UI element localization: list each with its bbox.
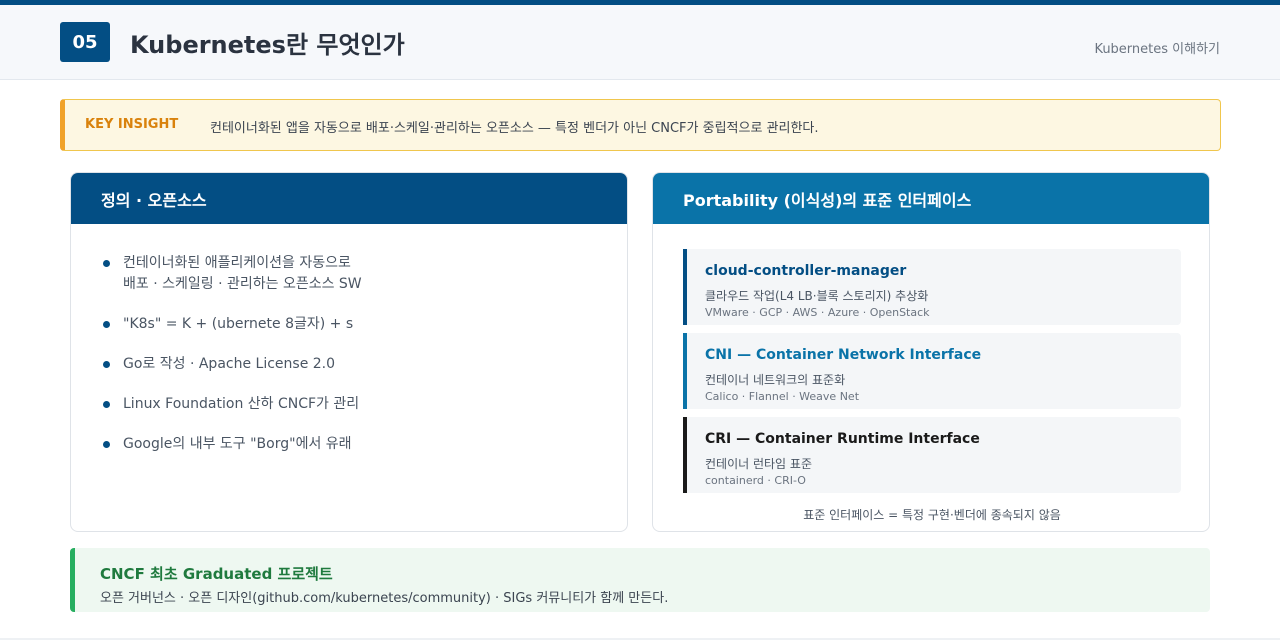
portability-card-title: Portability (이식성)의 표준 인터페이스 xyxy=(653,173,1209,224)
bullet-icon xyxy=(103,321,110,328)
list-item: Linux Foundation 산하 CNCF가 관리 xyxy=(101,394,362,415)
section-name: Kubernetes 이해하기 xyxy=(1094,42,1220,57)
interface-examples: VMware · GCP · AWS · Azure · OpenStack xyxy=(705,306,930,319)
key-insight-label: KEY INSIGHT xyxy=(85,117,179,132)
definition-list: 컨테이너화된 애플리케이션을 자동으로 배포 · 스케일링 · 관리하는 오픈소… xyxy=(101,253,362,474)
list-item-line: 배포 · 스케일링 · 관리하는 오픈소스 SW xyxy=(123,276,362,292)
bullet-icon xyxy=(103,361,110,368)
interface-item-cri: CRI — Container Runtime Interface 컨테이너 런… xyxy=(683,417,1181,493)
key-insight-box: KEY INSIGHT 컨테이너화된 앱을 자동으로 배포·스케일·관리하는 오… xyxy=(60,99,1221,151)
interface-item-cloud-controller-manager: cloud-controller-manager 클라우드 작업(L4 LB·블… xyxy=(683,249,1181,325)
interface-name: cloud-controller-manager xyxy=(705,263,907,279)
interface-examples: Calico · Flannel · Weave Net xyxy=(705,390,860,403)
interface-name: CRI — Container Runtime Interface xyxy=(705,431,980,447)
cncf-callout: CNCF 최초 Graduated 프로젝트 오픈 거버넌스 · 오픈 디자인(… xyxy=(70,548,1210,612)
list-item: Google의 내부 도구 "Borg"에서 유래 xyxy=(101,434,362,455)
key-insight-text: 컨테이너화된 앱을 자동으로 배포·스케일·관리하는 오픈소스 — 특정 벤더가… xyxy=(210,121,819,136)
bullet-icon xyxy=(103,260,110,267)
definition-card: 정의 · 오픈소스 컨테이너화된 애플리케이션을 자동으로 배포 · 스케일링 … xyxy=(70,172,628,532)
list-item: 컨테이너화된 애플리케이션을 자동으로 배포 · 스케일링 · 관리하는 오픈소… xyxy=(101,253,362,295)
interface-name: CNI — Container Network Interface xyxy=(705,347,982,363)
interface-description: 컨테이너 네트워크의 표준화 xyxy=(705,373,846,387)
bullet-icon xyxy=(103,401,110,408)
list-item: "K8s" = K + (ubernete 8글자) + s xyxy=(101,314,362,335)
interface-description: 컨테이너 런타임 표준 xyxy=(705,457,812,471)
slide-header: 05 Kubernetes란 무엇인가 Kubernetes 이해하기 xyxy=(0,5,1280,80)
definition-card-title: 정의 · 오픈소스 xyxy=(71,173,627,224)
interface-description: 클라우드 작업(L4 LB·블록 스토리지) 추상화 xyxy=(705,289,929,303)
cncf-callout-title: CNCF 최초 Graduated 프로젝트 xyxy=(100,565,333,583)
page-title: Kubernetes란 무엇인가 xyxy=(130,31,405,59)
portability-card: Portability (이식성)의 표준 인터페이스 cloud-contro… xyxy=(652,172,1210,532)
interface-examples: containerd · CRI-O xyxy=(705,474,806,487)
list-item-line: Google의 내부 도구 "Borg"에서 유래 xyxy=(123,436,352,452)
cncf-callout-description: 오픈 거버넌스 · 오픈 디자인(github.com/kubernetes/c… xyxy=(100,591,669,606)
slide-number-badge: 05 xyxy=(60,22,110,62)
list-item-line: 컨테이너화된 애플리케이션을 자동으로 xyxy=(123,255,351,271)
portability-footnote: 표준 인터페이스 = 특정 구현·벤더에 종속되지 않음 xyxy=(803,508,1061,522)
list-item-line: "K8s" = K + (ubernete 8글자) + s xyxy=(123,316,354,332)
bullet-icon xyxy=(103,441,110,448)
list-item-line: Go로 작성 · Apache License 2.0 xyxy=(123,356,336,372)
interface-item-cni: CNI — Container Network Interface 컨테이너 네… xyxy=(683,333,1181,409)
list-item-line: Linux Foundation 산하 CNCF가 관리 xyxy=(123,396,360,412)
list-item: Go로 작성 · Apache License 2.0 xyxy=(101,354,362,375)
